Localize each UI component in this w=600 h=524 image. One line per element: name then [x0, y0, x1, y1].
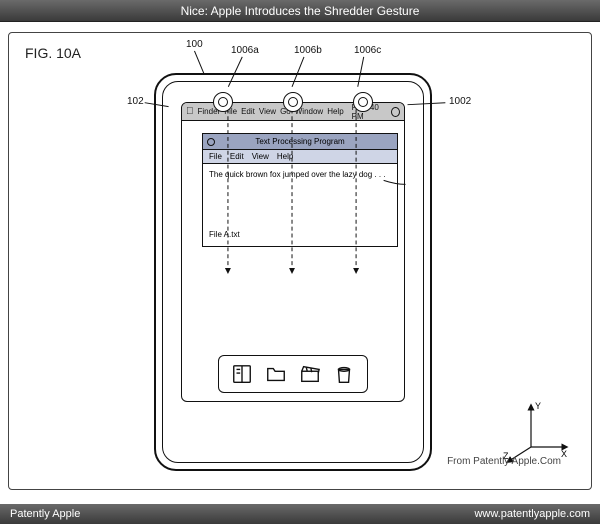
- axis-y-label: Y: [535, 401, 541, 411]
- window-title: Text Processing Program: [255, 137, 344, 146]
- figure-label: FIG. 10A: [25, 45, 81, 61]
- clapper-icon[interactable]: [299, 363, 321, 385]
- touch-point-b: [283, 92, 303, 112]
- book-icon[interactable]: [231, 363, 253, 385]
- document-text: The quick brown fox jumped over the lazy…: [209, 170, 386, 179]
- ref-100: 100: [186, 39, 203, 50]
- win-menu-help[interactable]: Help: [277, 152, 293, 161]
- ref-1002: 1002: [449, 96, 471, 107]
- ref-102: 102: [127, 96, 144, 107]
- attribution: From Patently Apple.Com: [447, 456, 561, 467]
- touch-point-a: [213, 92, 233, 112]
- page-title: Nice: Apple Introduces the Shredder Gest…: [181, 4, 420, 18]
- touch-point-c: [353, 92, 373, 112]
- page-title-bar: Nice: Apple Introduces the Shredder Gest…: [0, 0, 600, 22]
- footer-right: www.patentlyapple.com: [474, 508, 590, 520]
- ref-1006b: 1006b: [294, 45, 322, 56]
- win-menu-view[interactable]: View: [252, 152, 269, 161]
- window-menubar: File Edit View Help: [203, 150, 397, 164]
- dock: [218, 355, 368, 393]
- apple-menu-icon[interactable]: : [186, 106, 194, 117]
- window-body[interactable]: The quick brown fox jumped over the lazy…: [203, 164, 397, 246]
- device-inner-outline:  Finder File Edit View Go Window Help F…: [162, 81, 424, 463]
- text-editor-window[interactable]: Text Processing Program File Edit View H…: [202, 133, 398, 247]
- folder-icon[interactable]: [265, 363, 287, 385]
- spotlight-icon[interactable]: [391, 107, 400, 117]
- close-icon[interactable]: [207, 138, 215, 146]
- win-menu-file[interactable]: File: [209, 152, 222, 161]
- ref-1006c: 1006c: [354, 45, 381, 56]
- device-screen:  Finder File Edit View Go Window Help F…: [181, 102, 405, 402]
- document-filename: File A.txt: [209, 230, 240, 240]
- figure-canvas: FIG. 10A 100 1006a 1006b 1006c 102 1002 …: [8, 32, 592, 490]
- footer-left: Patently Apple: [10, 508, 80, 520]
- device-outline:  Finder File Edit View Go Window Help F…: [154, 73, 432, 471]
- ref-1006a: 1006a: [231, 45, 259, 56]
- touch-points: [213, 92, 373, 112]
- trash-icon[interactable]: [333, 363, 355, 385]
- axis-x-label: X: [561, 449, 567, 459]
- page-footer: Patently Apple www.patentlyapple.com: [0, 504, 600, 524]
- win-menu-edit[interactable]: Edit: [230, 152, 244, 161]
- window-titlebar[interactable]: Text Processing Program: [203, 134, 397, 150]
